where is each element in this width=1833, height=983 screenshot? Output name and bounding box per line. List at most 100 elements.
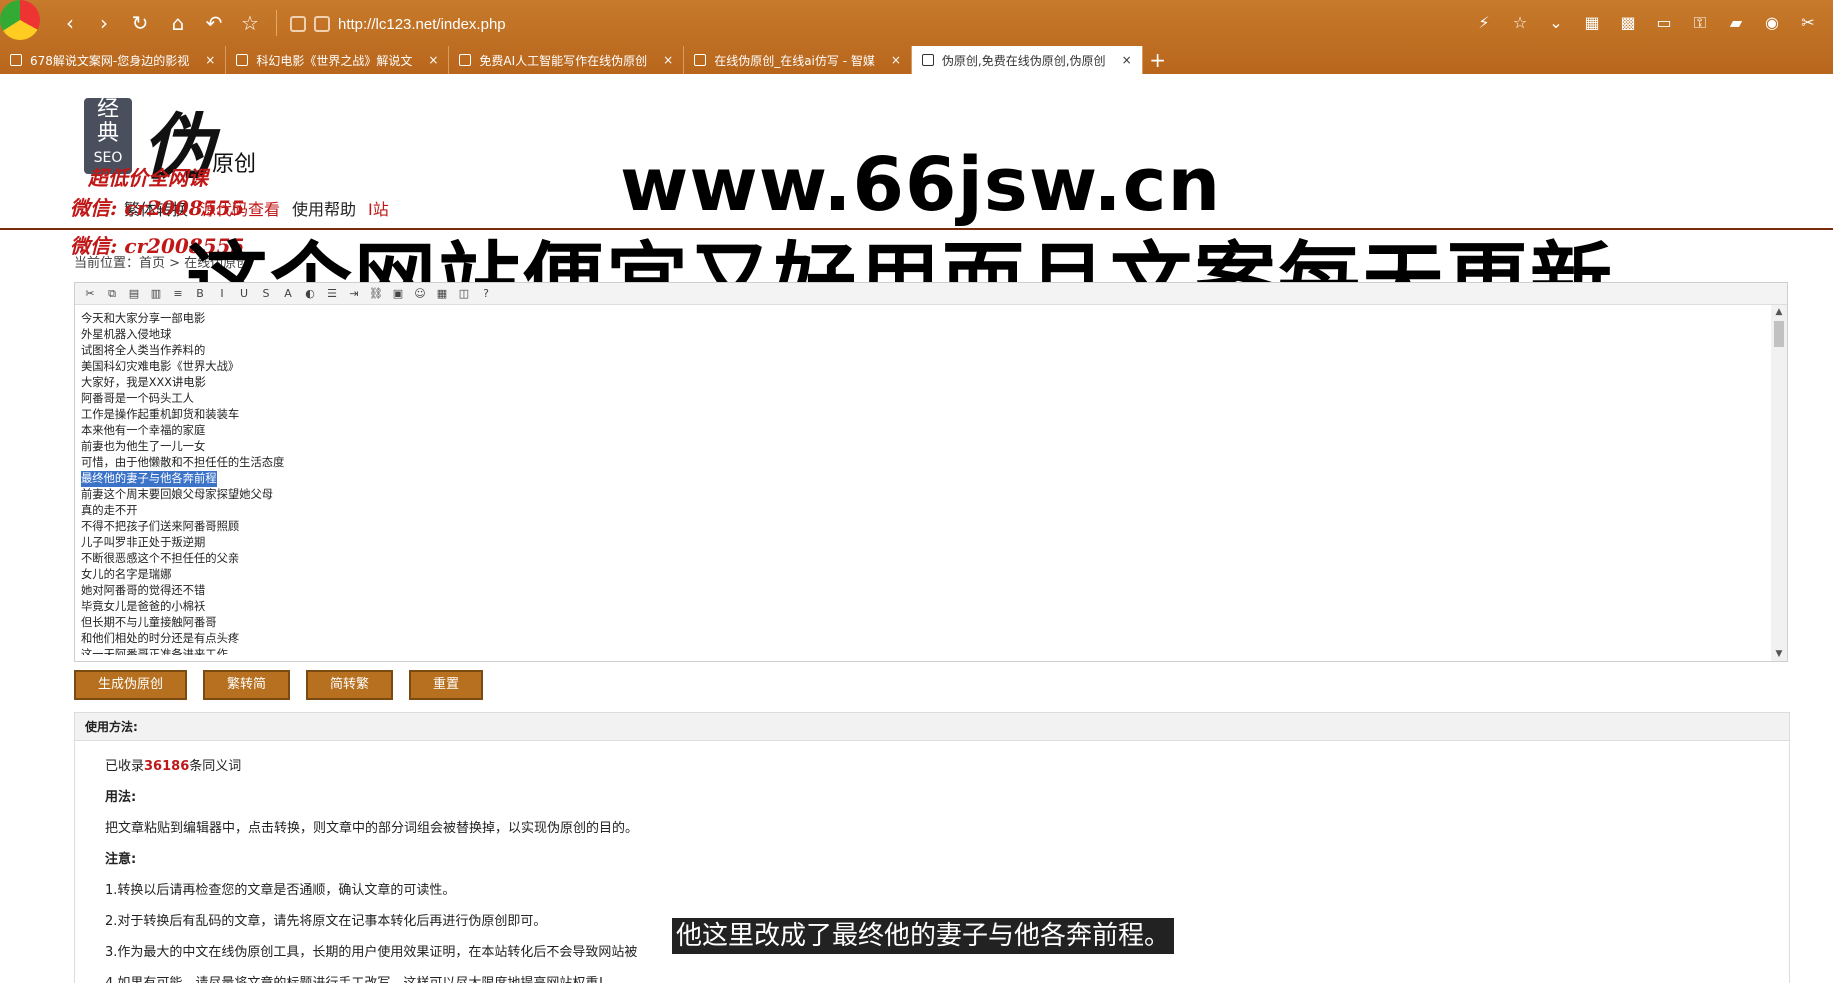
tab-close-icon[interactable]: ×	[428, 53, 438, 67]
tab-close-icon[interactable]: ×	[1122, 53, 1132, 67]
font-color-icon[interactable]: A	[281, 287, 295, 301]
tab-label: 伪原创,免费在线伪原创,伪原创	[941, 53, 1106, 68]
note-item: 1.转换以后请再检查您的文章是否通顺，确认文章的可读性。	[105, 883, 456, 898]
cut-icon[interactable]: ✂	[83, 287, 97, 301]
usage-label: 用法:	[105, 790, 137, 805]
editor-line[interactable]: 最终他的妻子与他各奔前程	[81, 471, 217, 487]
highlight-icon[interactable]: ◐	[303, 287, 317, 301]
editor-line[interactable]: 今天和大家分享一部电影	[81, 312, 205, 325]
tab-2[interactable]: 免费AI人工智能写作在线伪原创 ×	[449, 46, 685, 74]
underline-icon[interactable]: U	[237, 287, 251, 301]
editor-line[interactable]: 和他们相处的时分还是有点头疼	[81, 632, 239, 645]
tab-0[interactable]: 678解说文案网-您身边的影视 ×	[0, 46, 227, 74]
smiley-icon[interactable]: ☺	[413, 287, 427, 301]
editor-line[interactable]: 前妻也为他生了一儿一女	[81, 440, 205, 453]
indent-icon[interactable]: ⇥	[347, 287, 361, 301]
tab-close-icon[interactable]: ×	[663, 53, 673, 67]
monitor-icon[interactable]: ▭	[1653, 12, 1675, 34]
preview-icon[interactable]: ◫	[457, 287, 471, 301]
simp-to-trad-button[interactable]: 简转繁	[306, 670, 394, 700]
promo-course: 超低价全网课	[88, 166, 208, 190]
link-icon[interactable]: ⛓	[369, 287, 383, 301]
new-tab-button[interactable]: +	[1143, 46, 1173, 74]
lightning-icon[interactable]: ⚡	[1473, 12, 1495, 34]
help-icon[interactable]: ?	[479, 287, 493, 301]
tab-label: 免费AI人工智能写作在线伪原创	[479, 53, 648, 68]
align-icon[interactable]: ≡	[171, 287, 185, 301]
tab-close-icon[interactable]: ×	[205, 53, 215, 67]
favorite-star-icon[interactable]: ☆	[238, 11, 262, 35]
browser-chrome: ‹ › ↻ ⌂ ↶ ☆ http://lc123.net/index.php ⚡…	[0, 0, 1833, 74]
text-editor[interactable]: ✂ ⧉ ▤ ▥ ≡ B I U S A ◐ ☰ ⇥ ⛓ ▣ ☺ ▦ ◫ ? 今天…	[74, 282, 1788, 662]
logo-sub: 原创	[212, 152, 257, 177]
editor-line[interactable]: 不得不把孩子们送来阿番哥照顾	[81, 520, 239, 533]
usage-text: 把文章粘贴到编辑器中，点击转换，则文章中的部分词组会被替换掉，以实现伪原创的目的…	[105, 821, 639, 836]
editor-line[interactable]: 儿子叫罗非正处于叛逆期	[81, 536, 205, 549]
copy-icon[interactable]: ⧉	[105, 287, 119, 301]
editor-line[interactable]: 女儿的名字是瑞娜	[81, 568, 171, 581]
editor-toolbar: ✂ ⧉ ▤ ▥ ≡ B I U S A ◐ ☰ ⇥ ⛓ ▣ ☺ ▦ ◫ ?	[75, 283, 1787, 305]
note-label: 注意:	[105, 852, 137, 867]
scissors-icon[interactable]: ✂	[1797, 12, 1819, 34]
editor-line[interactable]: 试图将全人类当作养料的	[81, 344, 205, 357]
editor-line[interactable]: 外星机器入侵地球	[81, 328, 171, 341]
editor-scrollbar[interactable]: ▲ ▼	[1771, 305, 1787, 661]
scroll-down-icon[interactable]: ▼	[1771, 647, 1787, 661]
reset-button[interactable]: 重置	[409, 670, 484, 700]
editor-line[interactable]: 这一天阿番哥正准备进来工作	[81, 648, 228, 655]
table-icon[interactable]: ▦	[435, 287, 449, 301]
scroll-thumb[interactable]	[1774, 321, 1784, 347]
apps-grid-icon[interactable]: ▦	[1581, 12, 1603, 34]
editor-line[interactable]: 本来他有一个幸福的家庭	[81, 424, 205, 437]
browser-logo-icon[interactable]	[0, 0, 40, 40]
tab-4-active[interactable]: 伪原创,免费在线伪原创,伪原创 ×	[911, 46, 1143, 74]
paste-text-icon[interactable]: ▥	[149, 287, 163, 301]
address-bar[interactable]: http://lc123.net/index.php	[290, 11, 506, 37]
tab-bar: 678解说文案网-您身边的影视 × 科幻电影《世界之战》解说文 × 免费AI人工…	[0, 46, 1833, 74]
strike-icon[interactable]: S	[259, 287, 273, 301]
forward-icon[interactable]: ›	[92, 11, 116, 35]
paste-icon[interactable]: ▤	[127, 287, 141, 301]
tab-close-icon[interactable]: ×	[891, 53, 901, 67]
list-icon[interactable]: ☰	[325, 287, 339, 301]
page-icon	[314, 16, 330, 32]
address-url[interactable]: http://lc123.net/index.php	[338, 16, 506, 33]
generate-button[interactable]: 生成伪原创	[74, 670, 188, 700]
editor-line[interactable]: 可惜，由于他懒散和不担任任的生活态度	[81, 456, 284, 469]
editor-line[interactable]: 但长期不与儿童接触阿番哥	[81, 616, 217, 629]
refresh-icon[interactable]: ↻	[128, 11, 152, 35]
usage-title: 使用方法:	[75, 713, 1789, 741]
scroll-up-icon[interactable]: ▲	[1771, 305, 1787, 319]
undo-icon[interactable]: ↶	[202, 11, 226, 35]
back-icon[interactable]: ‹	[58, 11, 82, 35]
trad-to-simp-button[interactable]: 繁转简	[203, 670, 291, 700]
chevron-down-icon[interactable]: ⌄	[1545, 12, 1567, 34]
editor-line[interactable]: 前妻这个周末要回娘父母家探望她父母	[81, 488, 273, 501]
editor-line[interactable]: 毕竟女儿是爸爸的小棉袄	[81, 600, 205, 613]
home-icon[interactable]: ⌂	[166, 11, 190, 35]
editor-line[interactable]: 大家好，我是XXX讲电影	[81, 376, 206, 389]
editor-line[interactable]: 工作是操作起重机卸货和装装车	[81, 408, 239, 421]
tab-label: 科幻电影《世界之战》解说文	[256, 53, 413, 68]
editor-line[interactable]: 真的走不开	[81, 504, 138, 517]
tab-favicon-icon	[10, 54, 22, 66]
key-icon[interactable]: ⚿	[1689, 12, 1711, 34]
action-buttons: 生成伪原创 繁转简 简转繁 重置	[74, 670, 484, 700]
qr-icon[interactable]: ▩	[1617, 12, 1639, 34]
tab-1[interactable]: 科幻电影《世界之战》解说文 ×	[226, 46, 450, 74]
image-icon[interactable]: ▣	[391, 287, 405, 301]
editor-line[interactable]: 阿番哥是一个码头工人	[81, 392, 194, 405]
synonym-count-line: 已收录36186条同义词	[105, 751, 1759, 782]
globe-icon[interactable]: ◉	[1761, 12, 1783, 34]
italic-icon[interactable]: I	[215, 287, 229, 301]
toolbar-divider	[276, 10, 277, 36]
editor-line[interactable]: 美国科幻灾难电影《世界大战》	[81, 360, 239, 373]
folder-icon[interactable]: ▰	[1725, 12, 1747, 34]
bold-icon[interactable]: B	[193, 287, 207, 301]
editor-line[interactable]: 她对阿番哥的觉得还不错	[81, 584, 205, 597]
tab-3[interactable]: 在线伪原创_在线ai仿写 - 智媒 ×	[684, 46, 912, 74]
editor-content[interactable]: 今天和大家分享一部电影 外星机器入侵地球试图将全人类当作养料的美国科幻灾难电影《世…	[81, 311, 1771, 655]
editor-line[interactable]: 不断很恶感这个不担任任的父亲	[81, 552, 239, 565]
shield-icon	[290, 16, 306, 32]
star-icon[interactable]: ☆	[1509, 12, 1531, 34]
